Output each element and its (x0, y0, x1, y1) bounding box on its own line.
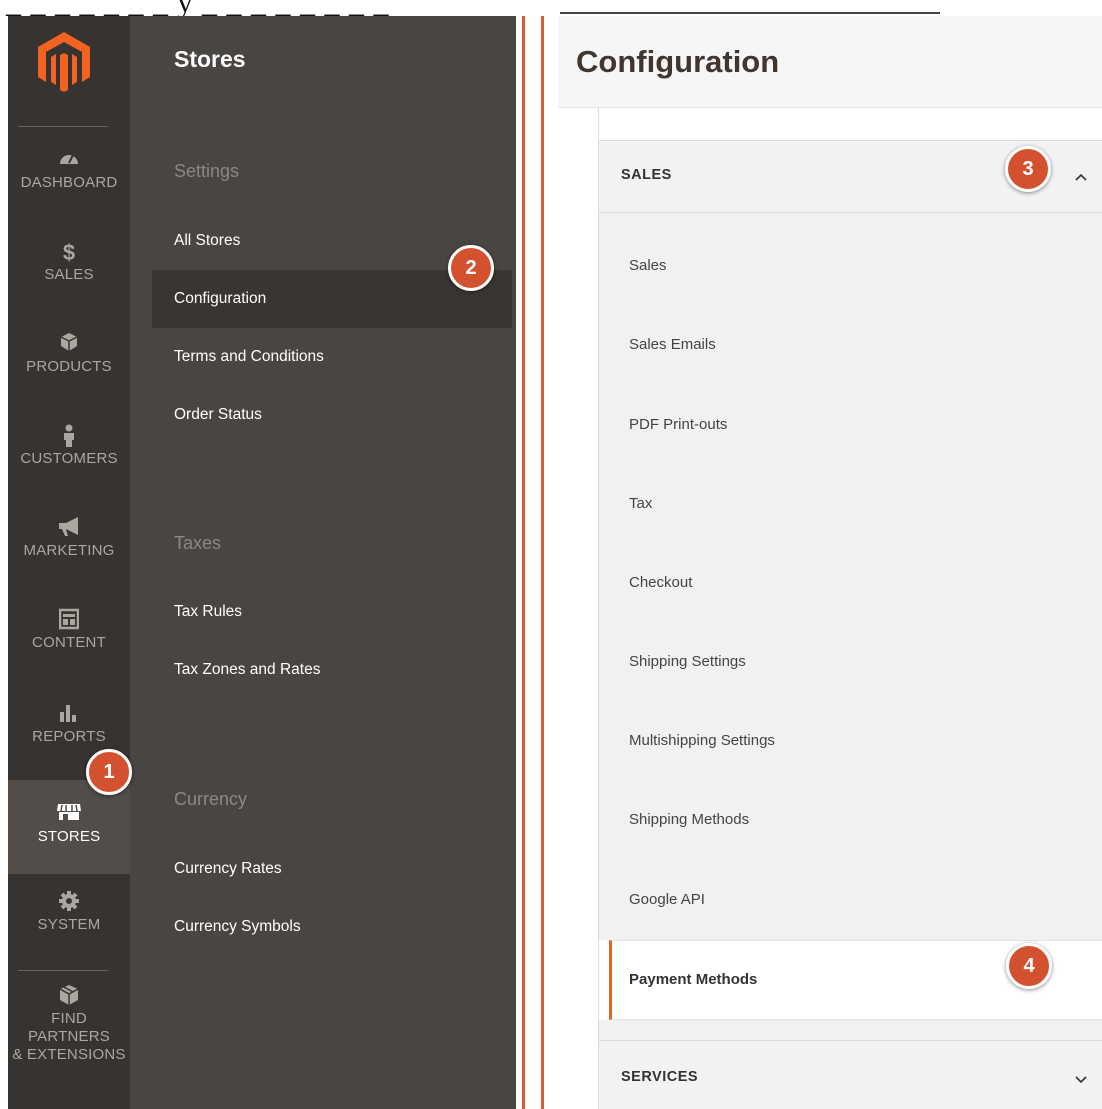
link-currency-symbols[interactable]: Currency Symbols (174, 918, 301, 936)
step-marker-2: 2 (448, 245, 494, 291)
partners-box-icon (8, 984, 130, 1010)
menu-item-sales[interactable]: $ SALES (8, 240, 130, 284)
cube-icon (8, 332, 130, 358)
menu-label: SALES (44, 266, 94, 283)
tab-services-header[interactable]: SERVICES (599, 1040, 1102, 1109)
top-divider (560, 12, 940, 14)
top-clipped-strip: _ _ _ _ _ _ _ y _ _ _ _ _ _ _ _ (0, 0, 1102, 16)
link-currency-rates[interactable]: Currency Rates (174, 860, 282, 878)
section-gap (599, 1020, 1102, 1040)
section-heading-taxes: Taxes (174, 533, 222, 553)
sub-item-shipping-settings[interactable]: Shipping Settings (629, 653, 746, 670)
sub-item-multishipping-settings[interactable]: Multishipping Settings (629, 732, 775, 749)
layout-icon (8, 608, 130, 634)
flyout-title: Stores (174, 46, 246, 72)
menu-label: STORES (37, 828, 101, 845)
step-marker-4: 4 (1006, 943, 1052, 989)
menu-label: CONTENT (32, 634, 106, 651)
menu-label-line2: & EXTENSIONS (12, 1046, 126, 1063)
tab-services-title: SERVICES (621, 1069, 699, 1085)
sub-item-sales-emails[interactable]: Sales Emails (629, 336, 716, 353)
section-heading-currency: Currency (174, 789, 248, 809)
step-marker-3: 3 (1005, 146, 1051, 192)
magento-logo-icon[interactable] (34, 30, 94, 94)
menu-label: FIND PARTNERS (28, 1010, 110, 1045)
sub-item-checkout[interactable]: Checkout (629, 574, 692, 591)
sub-item-pdf-print-outs[interactable]: PDF Print-outs (629, 416, 727, 433)
chevron-up-icon[interactable] (1073, 169, 1089, 185)
dashboard-gauge-icon (8, 148, 130, 174)
menu-item-system[interactable]: SYSTEM (8, 890, 130, 934)
menu-item-customers[interactable]: CUSTOMERS (8, 424, 130, 468)
bar-chart-icon (8, 702, 130, 728)
menu-item-dashboard[interactable]: DASHBOARD (8, 148, 130, 192)
dollar-icon: $ (62, 240, 76, 265)
link-tax-rules[interactable]: Tax Rules (174, 603, 242, 621)
sales-items-list: Sales Sales Emails PDF Print-outs Tax Ch… (599, 213, 1102, 940)
sub-item-tax[interactable]: Tax (629, 495, 652, 512)
person-icon (8, 424, 130, 450)
menu-label: SYSTEM (37, 916, 101, 933)
section-heading-settings: Settings (174, 161, 240, 181)
chevron-down-icon[interactable] (1073, 1071, 1089, 1087)
red-border-line (522, 16, 525, 1109)
sub-item-payment-methods: Payment Methods (629, 971, 758, 988)
link-order-status[interactable]: Order Status (174, 406, 262, 424)
menu-label: MARKETING (23, 542, 115, 559)
menu-item-find-partners[interactable]: FIND PARTNERS & EXTENSIONS (8, 984, 130, 1064)
menu-item-content[interactable]: CONTENT (8, 608, 130, 652)
link-all-stores[interactable]: All Stores (174, 232, 240, 250)
menu-divider (18, 126, 108, 127)
sub-item-google-api[interactable]: Google API (629, 891, 705, 908)
step-marker-1: 1 (86, 749, 132, 795)
admin-menu: DASHBOARD $ SALES PRODUCTS CUSTOMERS MAR… (8, 16, 130, 1109)
page-edge (0, 16, 8, 1109)
link-tax-zones-and-rates[interactable]: Tax Zones and Rates (174, 661, 320, 679)
page-title: Configuration (576, 44, 780, 79)
top-clipped-text: _ _ _ _ _ _ _ y _ _ _ _ _ _ _ _ (6, 0, 390, 16)
menu-item-products[interactable]: PRODUCTS (8, 332, 130, 376)
menu-label: PRODUCTS (26, 358, 112, 375)
gear-icon (8, 890, 130, 916)
menu-label: REPORTS (32, 728, 106, 745)
menu-item-marketing[interactable]: MARKETING (8, 516, 130, 560)
megaphone-icon (8, 516, 130, 542)
menu-item-reports[interactable]: REPORTS (8, 702, 130, 746)
stores-flyout-panel: Stores Settings All Stores Configuration… (130, 16, 516, 1109)
sub-item-sales[interactable]: Sales (629, 257, 667, 274)
red-border-line (541, 16, 544, 1109)
menu-label: DASHBOARD (20, 174, 118, 191)
menu-divider (18, 970, 108, 971)
menu-label: CUSTOMERS (20, 450, 118, 467)
storefront-icon (8, 802, 130, 828)
tab-sales-title: SALES (621, 167, 672, 183)
page-header: Configuration (558, 16, 1102, 108)
sub-item-shipping-methods[interactable]: Shipping Methods (629, 811, 749, 828)
link-configuration[interactable]: Configuration (174, 290, 266, 308)
link-terms-and-conditions[interactable]: Terms and Conditions (174, 348, 324, 366)
